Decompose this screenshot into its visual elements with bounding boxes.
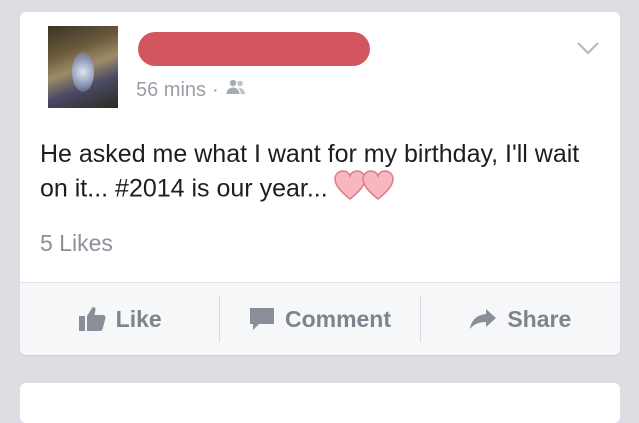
post-text: He asked me what I want for my birthday,… xyxy=(40,138,610,210)
friends-icon xyxy=(225,78,247,102)
likes-count[interactable]: 5 Likes xyxy=(40,230,113,257)
post-meta: 56 mins · xyxy=(136,78,247,102)
comment-label: Comment xyxy=(284,305,392,332)
post-card: 56 mins · He asked me what I want for my… xyxy=(20,12,620,355)
like-button[interactable]: Like xyxy=(20,283,219,355)
post-body: He asked me what I want for my birthday,… xyxy=(40,140,580,203)
next-post-card xyxy=(20,383,620,423)
comment-icon xyxy=(249,308,274,330)
share-arrow-icon xyxy=(470,309,497,329)
two-hearts-icon xyxy=(333,170,396,210)
post-time[interactable]: 56 mins xyxy=(136,79,206,102)
comment-button[interactable]: Comment xyxy=(220,283,419,355)
action-bar: Like Comment Share xyxy=(20,283,620,355)
author-name-redacted xyxy=(138,32,370,66)
like-label: Like xyxy=(115,305,162,332)
chevron-down-icon[interactable] xyxy=(577,42,599,56)
share-button[interactable]: Share xyxy=(421,283,620,355)
meta-separator: · xyxy=(212,78,219,101)
avatar-photo xyxy=(72,52,94,92)
share-label: Share xyxy=(507,305,572,332)
avatar[interactable] xyxy=(48,26,118,108)
thumbs-up-icon xyxy=(78,307,106,331)
